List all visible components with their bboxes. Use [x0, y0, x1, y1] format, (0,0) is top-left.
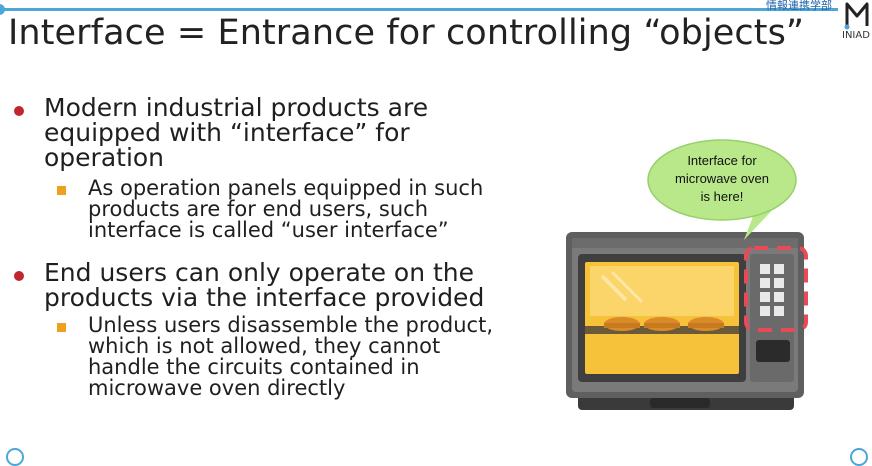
callout-line-2: microwave oven: [675, 171, 769, 186]
microwave-illustration: [566, 139, 808, 410]
callout-line-3: is here!: [700, 189, 744, 204]
callout-line-1: Interface for: [687, 153, 757, 168]
footer-dot-left: [6, 448, 24, 466]
callout-text: Interface for microwave oven is here!: [660, 152, 784, 206]
slide-body: Modern industrial products are equipped …: [0, 0, 872, 466]
microwave-oven-icon: [566, 232, 804, 410]
footer-dot-right: [850, 448, 868, 466]
